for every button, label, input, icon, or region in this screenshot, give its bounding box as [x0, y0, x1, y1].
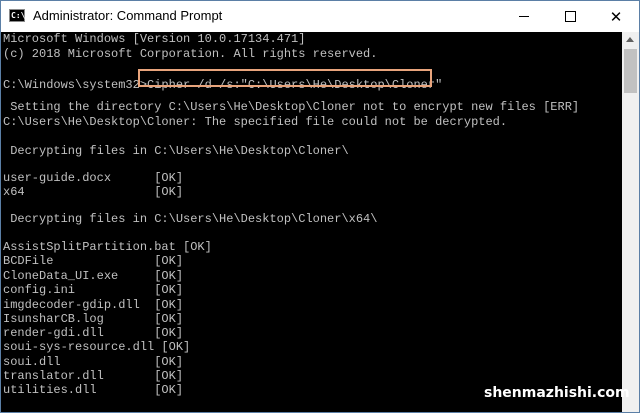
console-line: CloneData_UI.exe [OK]: [3, 269, 184, 283]
cmd-icon[interactable]: C:\: [9, 9, 25, 22]
console-line: render-gdi.dll [OK]: [3, 326, 184, 340]
console-output[interactable]: Microsoft Windows [Version 10.0.17134.47…: [1, 32, 622, 412]
console-line: imgdecoder-gdip.dll [OK]: [3, 298, 184, 312]
watermark-text: shenmazhishi.com: [484, 385, 630, 401]
console-line: Decrypting files in C:\Users\He\Desktop\…: [3, 144, 349, 158]
vertical-scrollbar[interactable]: [622, 32, 639, 412]
console-line: AssistSplitPartition.bat [OK]: [3, 240, 212, 254]
minimize-icon: [519, 16, 529, 17]
minimize-button[interactable]: [501, 1, 547, 32]
console-line: IsunsharCB.log [OK]: [3, 312, 184, 326]
console-line: soui-sys-resource.dll [OK]: [3, 340, 191, 354]
close-button[interactable]: ✕: [593, 1, 639, 32]
console-line: translator.dll [OK]: [3, 369, 184, 383]
console-line: utilities.dll [OK]: [3, 383, 184, 397]
console-line: Decrypting files in C:\Users\He\Desktop\…: [3, 212, 378, 226]
scroll-up-arrow-icon[interactable]: [626, 37, 634, 42]
console-line: (c) 2018 Microsoft Corporation. All righ…: [3, 47, 378, 61]
console-line: Microsoft Windows [Version 10.0.17134.47…: [3, 32, 306, 46]
console-line: config.ini [OK]: [3, 283, 184, 297]
title-bar[interactable]: C:\ Administrator: Command Prompt ✕: [1, 1, 639, 32]
console-line: C:\Users\He\Desktop\Cloner: The specifie…: [3, 115, 508, 129]
command-prompt-window: C:\ Administrator: Command Prompt ✕ Micr…: [0, 0, 640, 413]
console-line: Setting the directory C:\Users\He\Deskto…: [3, 100, 580, 114]
console-line: soui.dll [OK]: [3, 355, 184, 369]
close-icon: ✕: [609, 7, 623, 26]
console-line: user-guide.docx [OK]: [3, 171, 184, 185]
maximize-icon: [564, 11, 576, 22]
maximize-button[interactable]: [547, 1, 593, 32]
command-highlight-box: [138, 69, 432, 87]
window-title: Administrator: Command Prompt: [33, 8, 223, 23]
console-line: x64 [OK]: [3, 185, 184, 199]
scrollbar-thumb[interactable]: [624, 49, 637, 93]
console-line: BCDFile [OK]: [3, 254, 184, 268]
